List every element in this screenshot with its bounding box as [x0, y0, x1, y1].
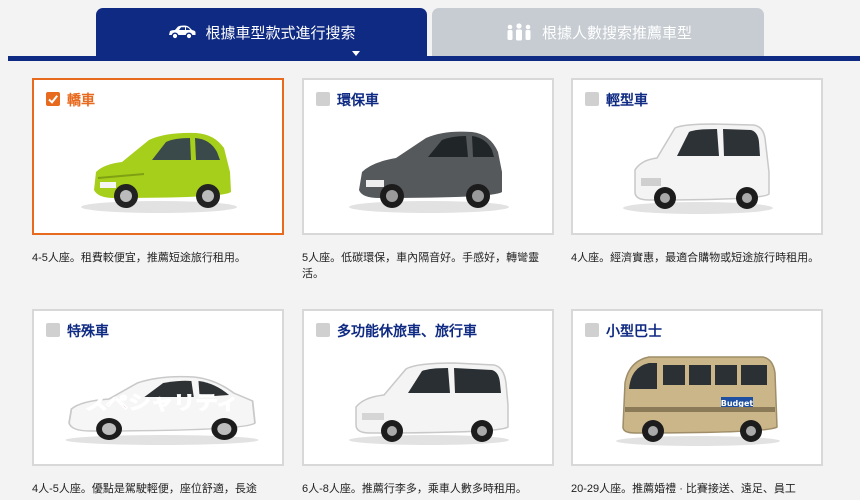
checkbox-icon[interactable]	[585, 92, 599, 106]
checkbox-icon[interactable]	[316, 323, 330, 337]
car-icon	[167, 24, 197, 40]
people-icon	[504, 23, 534, 41]
card-title: 多功能休旅車、旅行車	[337, 323, 477, 339]
card-description: 20-29人座。推薦婚禮 · 比賽接送、遠足、員工	[571, 483, 796, 495]
white-minivan-image	[349, 362, 509, 445]
vehicle-card-minivan[interactable]: 多功能休旅車、旅行車	[302, 309, 554, 466]
checkbox-checked-icon[interactable]	[46, 92, 60, 106]
vehicle-card-kei[interactable]: 輕型車	[571, 78, 823, 235]
white-luxury-sedan-image: スペシャリティ	[65, 375, 259, 445]
tab-label: 根據人數搜索推薦車型	[541, 24, 692, 42]
vehicle-card-special[interactable]: 特殊車 スペシャリティ	[32, 309, 284, 466]
dark-gray-hybrid-image	[349, 131, 509, 213]
vehicle-card-sedan[interactable]: 轎車	[32, 78, 284, 235]
overlay-text: Budget	[721, 399, 754, 408]
checkbox-icon[interactable]	[316, 92, 330, 106]
tab-search-by-model[interactable]: 根據車型款式進行搜索	[96, 8, 427, 56]
vehicle-card-minibus[interactable]: 小型巴士 Budget	[571, 309, 823, 466]
card-description: 4人座。經濟實惠，最適合購物或短途旅行時租用。	[571, 252, 820, 264]
white-kei-car-image	[623, 123, 773, 214]
checkbox-icon[interactable]	[585, 323, 599, 337]
card-title: 轎車	[67, 92, 95, 108]
card-description: 4人-5人座。優點是駕駛輕便，座位舒適，長途	[32, 483, 257, 495]
lime-green-hatchback-image	[81, 132, 237, 213]
card-title: 環保車	[337, 92, 379, 108]
checkbox-icon[interactable]	[46, 323, 60, 337]
search-mode-tabs: 根據車型款式進行搜索 根據人數搜索推薦車型	[0, 0, 860, 62]
card-description: 5人座。低碳環保，車內隔音好。手感好，轉彎靈活。	[302, 252, 540, 280]
card-title: 特殊車	[67, 323, 109, 339]
tab-search-by-people[interactable]: 根據人數搜索推薦車型	[432, 8, 764, 56]
card-description: 4-5人座。租費較便宜，推薦短途旅行租用。	[32, 252, 246, 264]
tab-label: 根據車型款式進行搜索	[205, 24, 356, 42]
tab-underline-bar	[8, 56, 860, 61]
card-title: 小型巴士	[606, 323, 662, 339]
card-description: 6人-8人座。推薦行李多，乘車人數多時租用。	[302, 483, 527, 495]
card-title: 輕型車	[606, 92, 648, 108]
overlay-text: スペシャリティ	[85, 392, 238, 414]
beige-minibus-image: Budget	[616, 356, 780, 446]
vehicle-card-eco[interactable]: 環保車	[302, 78, 554, 235]
